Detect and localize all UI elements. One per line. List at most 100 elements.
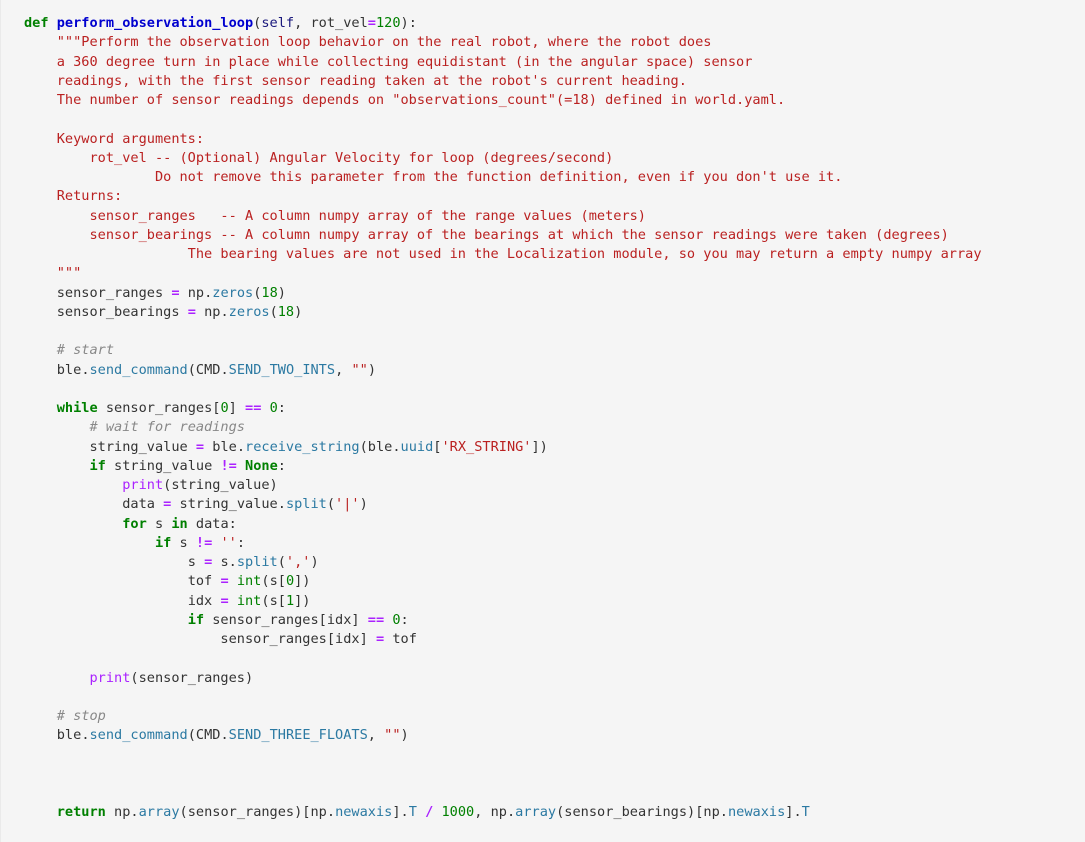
var-string-value: string_value (171, 477, 270, 493)
string-empty: "" (384, 727, 401, 744)
punctuation: . (277, 496, 286, 513)
punctuation: [ (277, 592, 286, 609)
punctuation: , (294, 15, 303, 31)
operator-assign: = (187, 303, 196, 320)
keyword-def: def (24, 15, 49, 31)
code-line: return np.array(sensor_ranges)[np.newaxi… (24, 804, 810, 820)
docstring-line: sensor_ranges -- A column numpy array of… (24, 207, 646, 224)
punctuation: . (220, 303, 229, 320)
punctuation: ] (351, 611, 360, 628)
docstring-line: readings, with the first sensor reading … (24, 72, 687, 89)
operator-equality: == (367, 611, 385, 628)
punctuation: ( (277, 554, 286, 570)
punctuation: [ (277, 573, 286, 590)
operator-assign: = (375, 631, 385, 647)
punctuation: . (392, 438, 401, 455)
attribute-uuid: uuid (400, 438, 434, 455)
operator-divide: / (425, 804, 434, 821)
var-sensor-bearings: sensor_bearings (564, 804, 688, 821)
builtin-print: print (89, 669, 131, 686)
var-idx: idx (326, 611, 352, 628)
operator-assign: = (220, 573, 229, 590)
punctuation: ) (400, 727, 409, 744)
punctuation: ( (269, 303, 278, 320)
python-source-code[interactable]: def perform_observation_loop ( self, rot_v… (24, 14, 1085, 823)
keyword-return: return (56, 804, 106, 821)
code-line: # stop (24, 708, 106, 724)
docstring-line: Do not remove this parameter from the fu… (24, 169, 843, 185)
punctuation: ( (359, 438, 368, 455)
keyword-if: if (89, 457, 106, 474)
operator-assign: = (367, 15, 376, 31)
string-pipe: '|' (335, 496, 360, 513)
attribute-transpose: T (801, 804, 810, 821)
var-string-value: string_value (179, 496, 278, 513)
comment-start: # start (56, 342, 115, 359)
punctuation: . (81, 361, 90, 378)
punctuation: ) (277, 284, 286, 301)
punctuation: . (326, 804, 336, 821)
param-self: self (261, 15, 295, 31)
code-line: def perform_observation_loop(self, rot_v… (24, 15, 417, 31)
code-line: print(sensor_ranges) (24, 670, 253, 686)
module-np: np (703, 804, 720, 821)
code-editor-pane[interactable]: def perform_observation_loop ( self, rot_v… (0, 0, 1085, 842)
keyword-if: if (187, 611, 205, 628)
var-string-value: string_value (89, 438, 188, 455)
var-sensor-ranges: sensor_ranges (56, 284, 164, 301)
punctuation: . (81, 727, 90, 744)
operator-assign: = (204, 554, 213, 570)
method-split: split (285, 496, 327, 513)
docstring-line: The bearing values are not used in the L… (24, 246, 982, 262)
punctuation: ]) (294, 592, 311, 609)
method-zeros: zeros (212, 284, 254, 301)
module-np: np (490, 804, 507, 821)
code-line: sensor_ranges[idx] = tof (24, 631, 416, 647)
code-line: tof = int(s[0]) (24, 573, 311, 589)
string-empty: "" (351, 361, 368, 378)
code-line: # wait for readings (24, 419, 245, 435)
var-sensor-ranges: sensor_ranges (212, 611, 319, 628)
punctuation: ) (245, 669, 254, 686)
operator-assign: = (195, 438, 205, 455)
punctuation: ] (228, 400, 237, 416)
enum-send-two-ints: SEND_TWO_INTS (228, 361, 336, 378)
var-sensor-ranges: sensor_ranges (138, 669, 245, 686)
number-0: 0 (269, 400, 278, 416)
code-line: string_value = ble.receive_string(ble.uu… (24, 438, 547, 455)
docstring-line: The number of sensor readings depends on… (24, 92, 786, 108)
method-array: array (138, 804, 180, 821)
keyword-in: in (171, 515, 188, 532)
enum-cmd: CMD (195, 361, 221, 378)
punctuation: ) (269, 477, 278, 493)
punctuation: ( (187, 727, 196, 744)
enum-send-three-floats: SEND_THREE_FLOATS (228, 727, 368, 744)
punctuation: ( (261, 592, 270, 609)
function-name-perform-observation-loop: perform_observation_loop (56, 15, 254, 31)
object-ble: ble (212, 438, 237, 455)
punctuation: ]. (392, 804, 409, 821)
object-ble: ble (56, 361, 82, 378)
enum-cmd: CMD (195, 727, 221, 744)
docstring-line: sensor_bearings -- A column numpy array … (24, 226, 949, 243)
string-rx-string: 'RX_STRING' (441, 438, 532, 455)
param-rot-vel: rot_vel (310, 15, 368, 31)
code-line: sensor_ranges = np.zeros(18) (24, 285, 286, 301)
keyword-if: if (154, 534, 172, 551)
punctuation: ) (294, 303, 303, 320)
module-np: np (114, 804, 131, 821)
var-s: s (269, 592, 278, 609)
punctuation: . (719, 804, 728, 821)
var-data: data (195, 515, 229, 532)
builtin-int: int (236, 592, 262, 609)
docstring-line: Returns: (24, 188, 123, 205)
method-send-command: send_command (89, 727, 188, 744)
code-line: ble.send_command(CMD.SEND_THREE_FLOATS, … (24, 727, 409, 743)
attribute-newaxis: newaxis (727, 804, 786, 821)
code-line: sensor_bearings = np.zeros(18) (24, 303, 303, 320)
punctuation: ( (187, 361, 196, 378)
module-np: np (187, 284, 205, 301)
var-sensor-ranges: sensor_ranges (105, 400, 213, 416)
object-ble: ble (56, 727, 82, 744)
punctuation: : (400, 611, 409, 628)
